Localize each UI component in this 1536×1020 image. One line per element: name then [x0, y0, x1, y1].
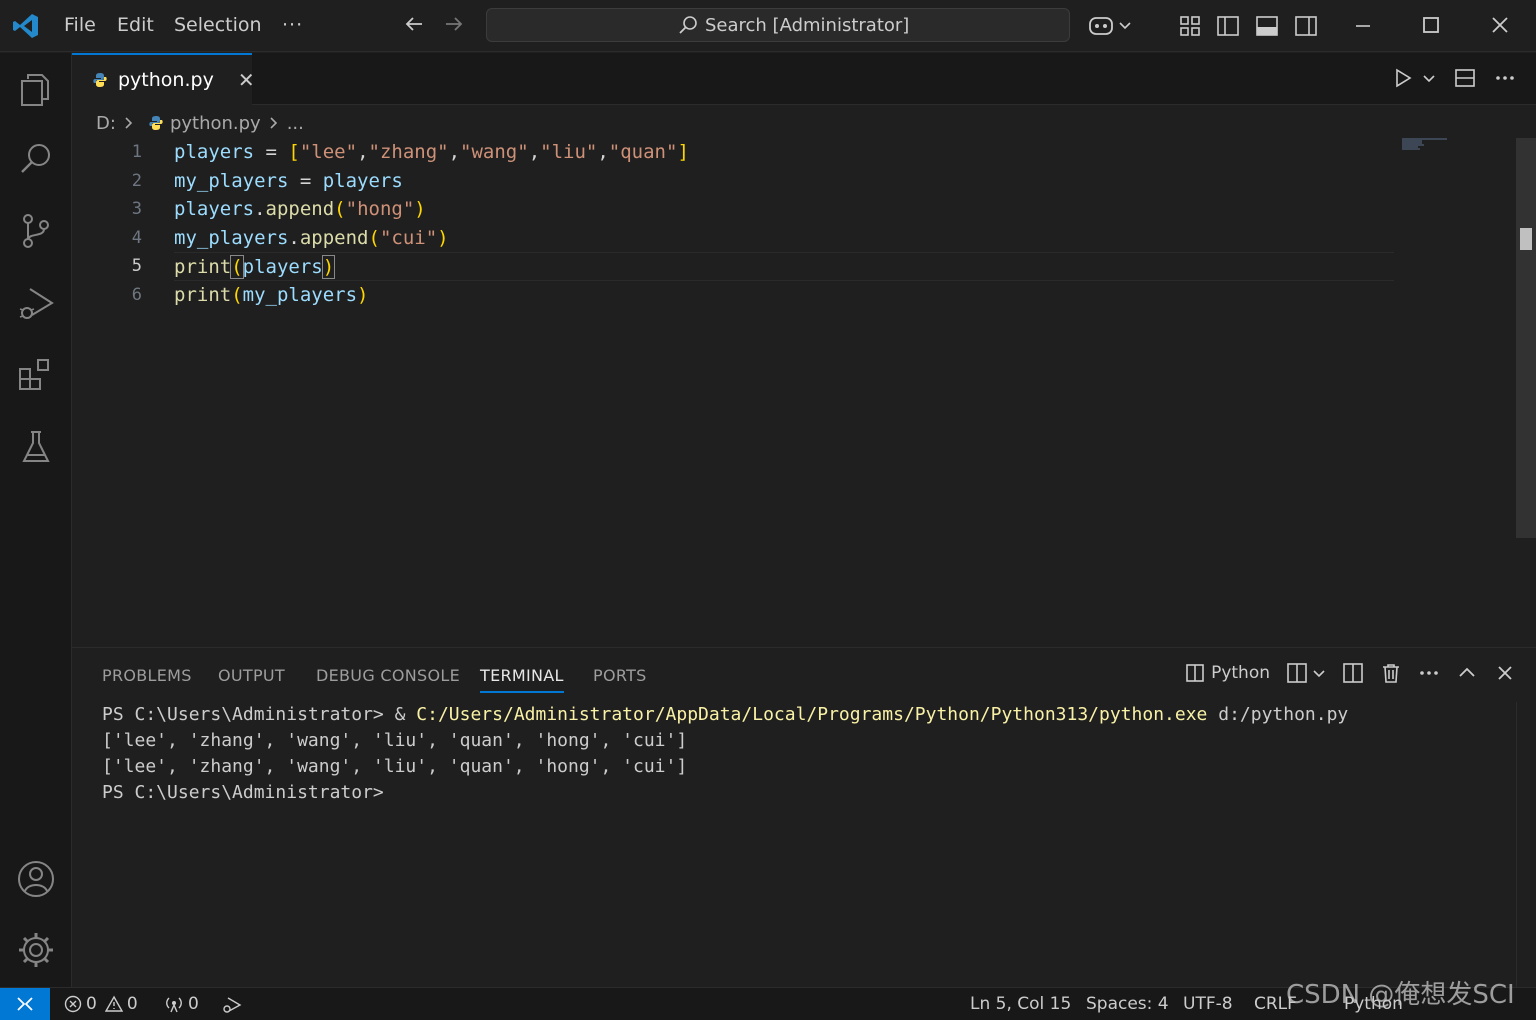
tab-label: python.py [118, 69, 214, 91]
line-number: 2 [131, 170, 142, 191]
forward-arrow-icon[interactable] [442, 12, 466, 36]
cursor-position[interactable]: Ln 5, Col 15 [970, 994, 1071, 1014]
line-number: 3 [131, 199, 142, 220]
tab-terminal[interactable]: TERMINAL [480, 666, 564, 693]
back-arrow-icon[interactable] [402, 12, 426, 36]
code-line-3[interactable]: players.append("hong") [174, 195, 1394, 224]
breadcrumb: D: python.py ... [96, 110, 304, 136]
minimize-icon[interactable] [1350, 12, 1376, 38]
chevron-down-icon[interactable] [1422, 71, 1436, 85]
more-actions-icon[interactable] [1418, 662, 1440, 684]
broadcast-icon [164, 995, 184, 1013]
menu-selection[interactable]: Selection [174, 14, 262, 36]
terminal-shell-icon[interactable]: Python [1185, 663, 1270, 683]
ports-status[interactable]: 0 [164, 994, 199, 1014]
run-python-file-icon[interactable] [1392, 67, 1414, 89]
search-icon [677, 14, 699, 36]
split-terminal-icon[interactable] [1286, 662, 1326, 684]
accounts-icon[interactable] [16, 859, 56, 899]
terminal-line: PS C:\Users\Administrator> & C:/Users/Ad… [102, 704, 1349, 725]
editor-tabs: python.py ✕ [72, 53, 1536, 105]
line-number: 1 [131, 142, 142, 162]
bottom-panel: PROBLEMS OUTPUT DEBUG CONSOLE TERMINAL P… [72, 647, 1536, 988]
tab-ports[interactable]: PORTS [593, 666, 647, 685]
testing-flask-icon[interactable] [16, 427, 56, 467]
breadcrumb-more[interactable]: ... [287, 113, 304, 134]
encoding[interactable]: UTF-8 [1183, 994, 1233, 1014]
customize-layout-icon[interactable] [1178, 14, 1202, 38]
toggle-secondary-sidebar-icon[interactable] [1294, 14, 1318, 38]
warning-icon [104, 995, 123, 1013]
split-editor-icon[interactable] [1454, 67, 1476, 89]
breadcrumb-file[interactable]: python.py [170, 113, 261, 134]
tab-debug-console[interactable]: DEBUG CONSOLE [316, 666, 460, 685]
maximize-icon[interactable] [1418, 12, 1444, 38]
terminal-shell-label: Python [1211, 663, 1270, 683]
toggle-panel-icon[interactable] [1255, 14, 1279, 38]
breadcrumb-drive[interactable]: D: [96, 113, 116, 134]
chevron-right-icon [267, 116, 281, 130]
debug-icon [220, 994, 242, 1014]
copilot-icon[interactable] [1088, 14, 1134, 38]
trash-icon[interactable] [1380, 662, 1402, 684]
close-panel-icon[interactable] [1494, 662, 1516, 684]
python-file-icon [92, 72, 108, 88]
ports-count: 0 [188, 994, 199, 1014]
debug-status[interactable] [220, 994, 242, 1014]
code-line-4[interactable]: my_players.append("cui") [174, 224, 1394, 253]
terminal-line: ['lee', 'zhang', 'wang', 'liu', 'quan', … [102, 730, 688, 751]
line-number: 4 [131, 227, 142, 248]
more-actions-icon[interactable] [1494, 67, 1516, 89]
code-editor[interactable]: 1 2 3 4 5 6 players = ["lee","zhang","wa… [72, 138, 1536, 646]
warning-count: 0 [126, 994, 138, 1014]
gear-icon[interactable] [16, 930, 56, 970]
line-number: 6 [131, 284, 142, 305]
terminal-line: ['lee', 'zhang', 'wang', 'liu', 'quan', … [102, 756, 688, 777]
search-box[interactable]: Search [Administrator] [486, 8, 1070, 42]
tab-output[interactable]: OUTPUT [218, 666, 285, 685]
menu-file[interactable]: File [64, 14, 96, 36]
cursor-position-marker [1520, 228, 1532, 250]
line-number-active: 5 [131, 256, 142, 277]
maximize-panel-icon[interactable] [1456, 662, 1478, 684]
code-line-2[interactable]: my_players = players [174, 167, 1394, 196]
title-bar: File Edit Selection ··· Search [Administ… [0, 0, 1536, 52]
tab-python-py[interactable]: python.py ✕ [72, 53, 255, 105]
toggle-primary-sidebar-icon[interactable] [1216, 14, 1240, 38]
code-line-6[interactable]: print(my_players) [174, 281, 1394, 310]
editor-scrollbar[interactable] [1516, 138, 1536, 538]
terminal-layout-icon[interactable] [1342, 662, 1364, 684]
terminal-scrollbar[interactable] [1516, 702, 1536, 988]
search-text: Search [Administrator] [705, 14, 910, 36]
close-window-icon[interactable] [1487, 12, 1513, 38]
error-count: 0 [86, 994, 97, 1014]
menu-more[interactable]: ··· [282, 14, 303, 36]
line-number-gutter: 1 2 3 4 5 6 [102, 138, 142, 310]
remote-indicator[interactable] [0, 988, 50, 1020]
minimap[interactable] [1402, 138, 1452, 152]
error-icon [64, 995, 82, 1013]
vscode-logo-icon [12, 12, 40, 40]
search-view-icon[interactable] [16, 139, 56, 179]
menu-edit[interactable]: Edit [117, 14, 154, 36]
chevron-right-icon [122, 116, 136, 130]
terminal-prompt: PS C:\Users\Administrator> [102, 782, 384, 803]
indentation[interactable]: Spaces: 4 [1086, 994, 1169, 1014]
python-file-icon [148, 115, 164, 131]
activity-bar [0, 53, 72, 987]
explorer-icon[interactable] [16, 69, 56, 109]
terminal-output[interactable]: PS C:\Users\Administrator> & C:/Users/Ad… [102, 702, 1348, 806]
tab-close-icon[interactable]: ✕ [238, 68, 255, 92]
code-line-1[interactable]: players = ["lee","zhang","wang","liu","q… [174, 138, 1394, 167]
source-control-icon[interactable] [16, 211, 56, 251]
run-and-debug-icon[interactable] [16, 283, 56, 323]
tab-problems[interactable]: PROBLEMS [102, 666, 192, 685]
watermark: CSDN @俺想发SCI [1286, 980, 1515, 1010]
extensions-icon[interactable] [16, 355, 56, 395]
code-content[interactable]: players = ["lee","zhang","wang","liu","q… [174, 138, 1394, 310]
problems-status[interactable]: 0 0 [64, 994, 138, 1014]
code-line-5[interactable]: print(players) [174, 252, 1394, 281]
